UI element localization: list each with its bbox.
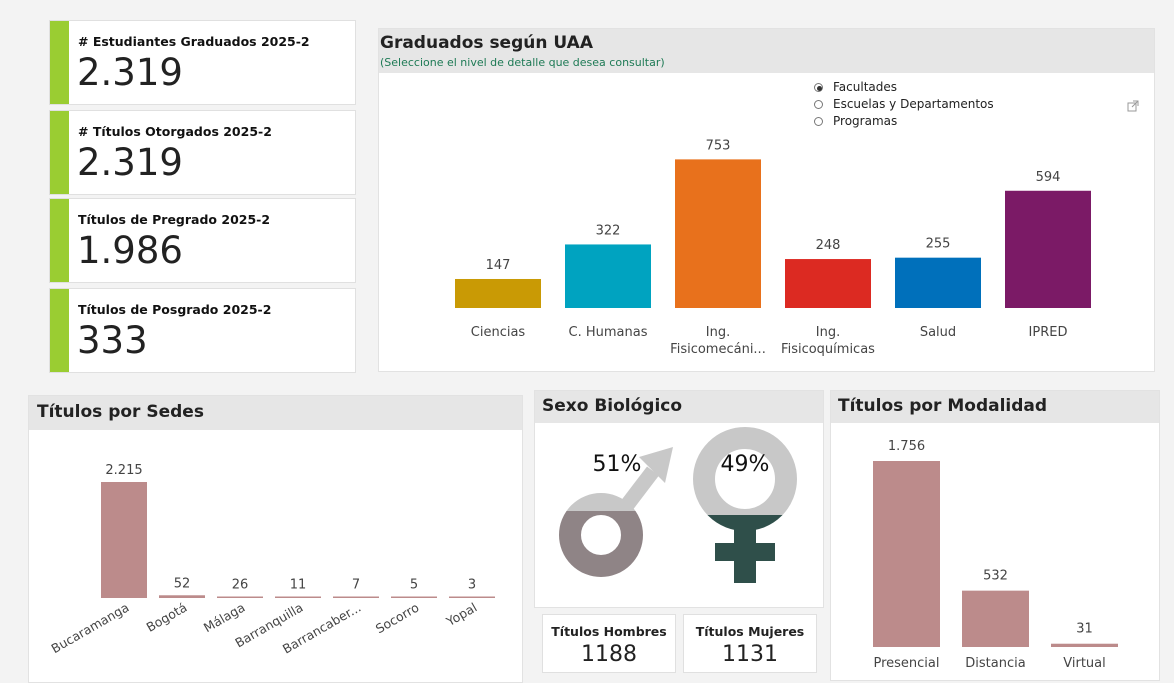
modalidad-panel: Títulos por Modalidad 1.756 Presencial 532… (830, 390, 1160, 681)
kpi-accent-bar (50, 21, 69, 104)
uaa-bar (1005, 190, 1091, 308)
modalidad-data-label: 1.756 (888, 439, 925, 454)
sedes-category-label: Málaga (201, 600, 248, 636)
sedes-category-label: Yopal (443, 600, 480, 630)
uaa-category-label: IPRED (1029, 325, 1068, 340)
sedes-bar (333, 596, 379, 598)
sedes-data-label: 11 (290, 578, 307, 593)
modalidad-bar (1051, 643, 1118, 647)
uaa-category-label: Salud (920, 325, 956, 340)
sedes-data-label: 52 (174, 576, 191, 591)
uaa-data-label: 322 (596, 223, 621, 238)
kpi-label: Títulos de Posgrado 2025-2 (78, 302, 272, 317)
sedes-category-label: Bucaramanga (48, 600, 131, 657)
sedes-bar (275, 596, 321, 598)
uaa-data-label: 753 (706, 138, 731, 153)
sedes-bar (101, 482, 147, 598)
modalidad-category-label: Virtual (1063, 656, 1105, 671)
kpi-label: # Títulos Otorgados 2025-2 (78, 124, 272, 139)
kpi-card-graduados: # Estudiantes Graduados 2025-2 2.319 (49, 20, 356, 105)
kpi-label: # Estudiantes Graduados 2025-2 (78, 34, 310, 49)
sedes-panel: Títulos por Sedes 2.215 Bucaramanga 52 Bogo… (28, 395, 523, 683)
uaa-data-label: 147 (486, 258, 511, 273)
uaa-data-label: 594 (1036, 170, 1061, 185)
uaa-category-label: Fisicomecáni... (670, 342, 766, 357)
modalidad-bar-chart: 1.756 Presencial 532 Distancia 31 Virtual (873, 439, 1118, 671)
male-percent: 51% (593, 452, 642, 477)
female-percent: 49% (721, 452, 770, 477)
mujeres-card: Títulos Mujeres 1131 (683, 614, 817, 673)
sexo-panel: Sexo Biológico 51% 49% (534, 390, 824, 608)
kpi-value: 2.319 (77, 51, 183, 94)
modalidad-bar (873, 461, 940, 647)
uaa-data-label: 248 (816, 238, 841, 253)
kpi-value: 1.986 (77, 229, 183, 272)
uaa-category-label: Ciencias (471, 325, 526, 340)
uaa-bar (675, 159, 761, 308)
sedes-bar (159, 595, 205, 598)
kpi-card-titulos: # Títulos Otorgados 2025-2 2.319 (49, 110, 356, 195)
mujeres-label: Títulos Mujeres (695, 624, 805, 639)
kpi-accent-bar (50, 199, 69, 282)
modalidad-data-label: 532 (983, 569, 1008, 584)
uaa-category-label: Fisicoquímicas (781, 342, 875, 357)
uaa-category-label: Ing. (816, 325, 840, 340)
sedes-bar (449, 596, 495, 598)
uaa-category-label: C. Humanas (569, 325, 648, 340)
sexo-graphic: 51% 49% (559, 427, 797, 583)
uaa-data-label: 255 (926, 237, 951, 252)
sedes-category-label: Socorro (373, 600, 422, 637)
kpi-card-posgrado: Títulos de Posgrado 2025-2 333 (49, 288, 356, 373)
kpi-value: 2.319 (77, 141, 183, 184)
modalidad-category-label: Distancia (965, 656, 1025, 671)
uaa-bar (785, 259, 871, 308)
mujeres-value: 1131 (722, 642, 778, 667)
sedes-bar-chart: 2.215Bucaramanga52Bogotá26Málaga11Barran… (48, 463, 495, 657)
modalidad-data-label: 31 (1076, 622, 1093, 637)
uaa-panel: Graduados según UAA (Seleccione el nivel… (378, 28, 1155, 372)
uaa-bar (895, 257, 981, 308)
kpi-label: Títulos de Pregrado 2025-2 (78, 212, 271, 227)
kpi-card-pregrado: Títulos de Pregrado 2025-2 1.986 (49, 198, 356, 283)
kpi-accent-bar (50, 289, 69, 372)
hombres-value: 1188 (581, 642, 637, 667)
hombres-label: Títulos Hombres (551, 624, 667, 639)
sedes-data-label: 2.215 (105, 463, 142, 478)
sedes-data-label: 3 (468, 578, 476, 593)
uaa-bar (565, 244, 651, 308)
sedes-data-label: 7 (352, 578, 360, 593)
uaa-bar (455, 278, 541, 308)
modalidad-category-label: Presencial (873, 656, 939, 671)
uaa-category-label: Ing. (706, 325, 730, 340)
kpi-accent-bar (50, 111, 69, 194)
sedes-data-label: 5 (410, 578, 418, 593)
sedes-bar (217, 596, 263, 598)
kpi-value: 333 (77, 319, 148, 362)
sedes-category-label: Bogotá (144, 600, 190, 635)
sedes-bar (391, 596, 437, 598)
modalidad-bar (962, 590, 1029, 647)
uaa-bar-chart: 147 Ciencias 322 C. Humanas 753 Ing. Fisicomec… (455, 138, 1091, 357)
hombres-card: Títulos Hombres 1188 (542, 614, 676, 673)
sedes-data-label: 26 (232, 578, 249, 593)
